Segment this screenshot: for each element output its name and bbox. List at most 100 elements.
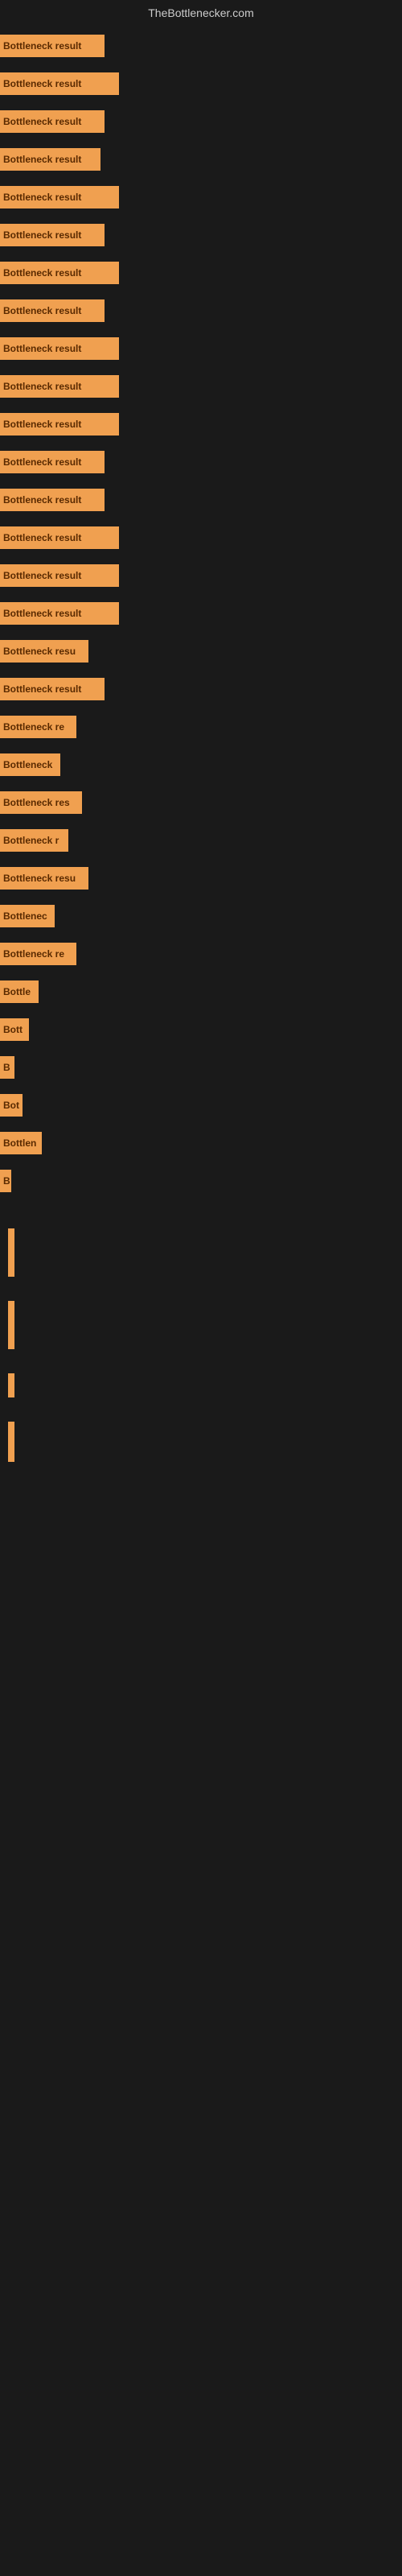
bar-row: Bottleneck resu	[0, 860, 402, 896]
bar-row: Bottleneck result	[0, 179, 402, 215]
bar-label: Bottleneck result	[3, 494, 81, 506]
bar-label: Bottleneck result	[3, 343, 81, 354]
bar-label: Bottleneck result	[3, 381, 81, 392]
bar-label: Bott	[3, 1024, 23, 1035]
bottleneck-bar: Bottle	[0, 980, 39, 1003]
bar-row: Bottleneck result	[0, 595, 402, 631]
bar-row: Bottleneck result	[0, 103, 402, 139]
bar-row: Bottlen	[0, 1125, 402, 1161]
bottleneck-bar: Bottlenec	[0, 905, 55, 927]
bar-label: B	[3, 1062, 10, 1073]
bar-row: Bottleneck result	[0, 254, 402, 291]
bar-label: Bottleneck result	[3, 267, 81, 279]
bottleneck-bar: B	[0, 1056, 14, 1079]
vertical-bar-container	[8, 1216, 14, 1289]
bar-label: Bottleneck resu	[3, 646, 76, 657]
bar-label: Bottleneck result	[3, 456, 81, 468]
bar-label: Bottleneck	[3, 759, 52, 770]
bar-label: Bottleneck result	[3, 570, 81, 581]
page-header: TheBottlenecker.com	[0, 0, 402, 27]
vertical-bars-section	[0, 1200, 402, 1490]
bar-row: B	[0, 1162, 402, 1199]
bar-label: Bottleneck result	[3, 78, 81, 89]
bar-row: Bottleneck result	[0, 444, 402, 480]
bar-row: Bottleneck result	[0, 292, 402, 328]
bar-row: Bot	[0, 1087, 402, 1123]
bottleneck-bar: Bottleneck re	[0, 716, 76, 738]
bottleneck-bar: Bottleneck result	[0, 489, 105, 511]
bar-label: Bottlenec	[3, 910, 47, 922]
bar-label: Bottleneck result	[3, 192, 81, 203]
bar-row: Bottleneck result	[0, 519, 402, 555]
bar-row: Bottleneck r	[0, 822, 402, 858]
bottleneck-bar: Bottleneck result	[0, 337, 119, 360]
bar-label: Bottleneck result	[3, 305, 81, 316]
bar-row: Bottleneck result	[0, 217, 402, 253]
bottleneck-bar: Bottleneck	[0, 753, 60, 776]
bar-label: Bottleneck result	[3, 532, 81, 543]
bar-label: Bottleneck resu	[3, 873, 76, 884]
bar-label: Bottleneck result	[3, 40, 81, 52]
bottleneck-bar: Bottleneck r	[0, 829, 68, 852]
bar-label: Bottleneck res	[3, 797, 70, 808]
bottleneck-bar: Bottleneck result	[0, 413, 119, 436]
bar-label: Bottleneck result	[3, 419, 81, 430]
bar-label: Bottleneck re	[3, 948, 64, 960]
bottleneck-bar: Bottleneck result	[0, 451, 105, 473]
bar-label: Bottleneck r	[3, 835, 59, 846]
bottleneck-bar: Bottleneck re	[0, 943, 76, 965]
bar-label: Bottleneck re	[3, 721, 64, 733]
vertical-bar	[8, 1422, 14, 1462]
bottleneck-bar: Bottleneck res	[0, 791, 82, 814]
vertical-bar	[8, 1301, 14, 1349]
bottleneck-bar: Bottleneck resu	[0, 867, 88, 890]
bar-label: Bottleneck result	[3, 229, 81, 241]
vertical-bar-container	[8, 1361, 14, 1410]
bar-label: Bottleneck result	[3, 116, 81, 127]
bar-row: Bottleneck re	[0, 935, 402, 972]
bar-label: Bottleneck result	[3, 154, 81, 165]
bottleneck-bar: Bottleneck result	[0, 526, 119, 549]
bottleneck-bar: Bottleneck result	[0, 602, 119, 625]
bar-row: Bottleneck result	[0, 671, 402, 707]
vertical-bar-container	[8, 1410, 14, 1474]
vertical-bar	[8, 1228, 14, 1277]
bottleneck-bar: Bottleneck result	[0, 262, 119, 284]
bar-label: Bottleneck result	[3, 608, 81, 619]
bottleneck-bar: B	[0, 1170, 11, 1192]
bottleneck-bar: Bottleneck result	[0, 564, 119, 587]
bottleneck-bar: Bottleneck result	[0, 148, 100, 171]
bar-row: Bottleneck result	[0, 27, 402, 64]
bar-label: Bottlen	[3, 1137, 36, 1149]
bottleneck-bar: Bottleneck resu	[0, 640, 88, 663]
bottleneck-bar: Bottleneck result	[0, 35, 105, 57]
bar-row: Bottleneck res	[0, 784, 402, 820]
bar-row: Bottleneck result	[0, 368, 402, 404]
bar-row: B	[0, 1049, 402, 1085]
vertical-bar	[8, 1373, 14, 1397]
bar-row: Bottleneck re	[0, 708, 402, 745]
bottleneck-bar: Bottleneck result	[0, 72, 119, 95]
bar-row: Bottleneck result	[0, 65, 402, 101]
bottleneck-bar: Bottleneck result	[0, 375, 119, 398]
bars-container: Bottleneck result Bottleneck result Bottle…	[0, 27, 402, 1199]
bar-row: Bottleneck result	[0, 141, 402, 177]
bar-row: Bottleneck result	[0, 557, 402, 593]
site-title: TheBottlenecker.com	[148, 6, 254, 19]
bottleneck-bar: Bott	[0, 1018, 29, 1041]
bar-label: Bottleneck result	[3, 683, 81, 695]
bar-row: Bottleneck result	[0, 481, 402, 518]
bottleneck-bar: Bottlen	[0, 1132, 42, 1154]
bottleneck-bar: Bottleneck result	[0, 299, 105, 322]
bar-row: Bottle	[0, 973, 402, 1009]
bottleneck-bar: Bottleneck result	[0, 224, 105, 246]
bottleneck-bar: Bot	[0, 1094, 23, 1117]
bar-row: Bottleneck	[0, 746, 402, 782]
bar-label: Bottle	[3, 986, 31, 997]
bottleneck-bar: Bottleneck result	[0, 110, 105, 133]
bar-row: Bottlenec	[0, 898, 402, 934]
bar-label: Bot	[3, 1100, 19, 1111]
bar-row: Bottleneck result	[0, 330, 402, 366]
bottleneck-bar: Bottleneck result	[0, 678, 105, 700]
bottleneck-bar: Bottleneck result	[0, 186, 119, 208]
